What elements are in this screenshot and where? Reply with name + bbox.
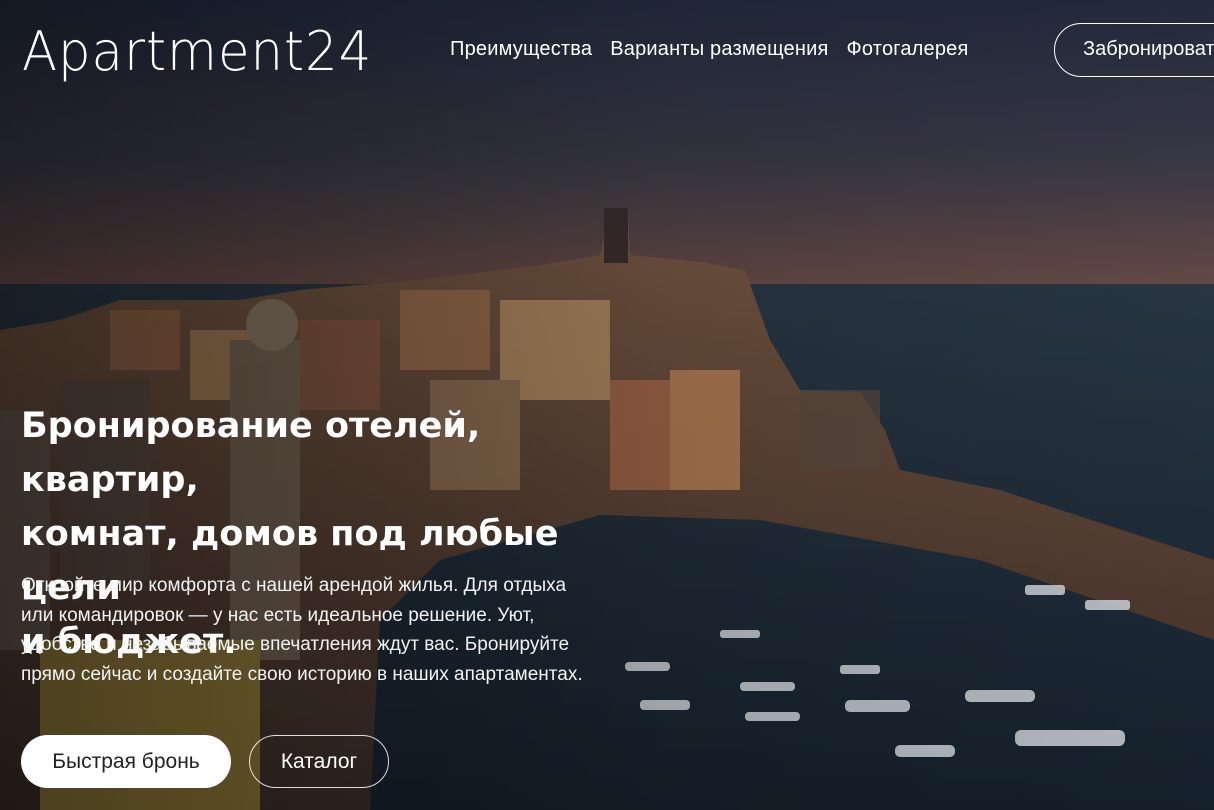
logo[interactable]: Apartment24 <box>22 20 372 83</box>
book-button[interactable]: Забронировать <box>1054 23 1214 77</box>
nav-item-advantages[interactable]: Преимущества <box>450 38 592 61</box>
catalog-button[interactable]: Каталог <box>249 735 389 788</box>
nav-item-accommodation[interactable]: Варианты размещения <box>610 38 828 61</box>
main-nav: Преимущества Варианты размещения Фотогал… <box>450 38 969 61</box>
hero-description: Откройте мир комфорта с нашей арендой жи… <box>21 575 583 685</box>
quick-booking-button[interactable]: Быстрая бронь <box>21 735 231 788</box>
nav-item-gallery[interactable]: Фотогалерея <box>847 38 969 61</box>
